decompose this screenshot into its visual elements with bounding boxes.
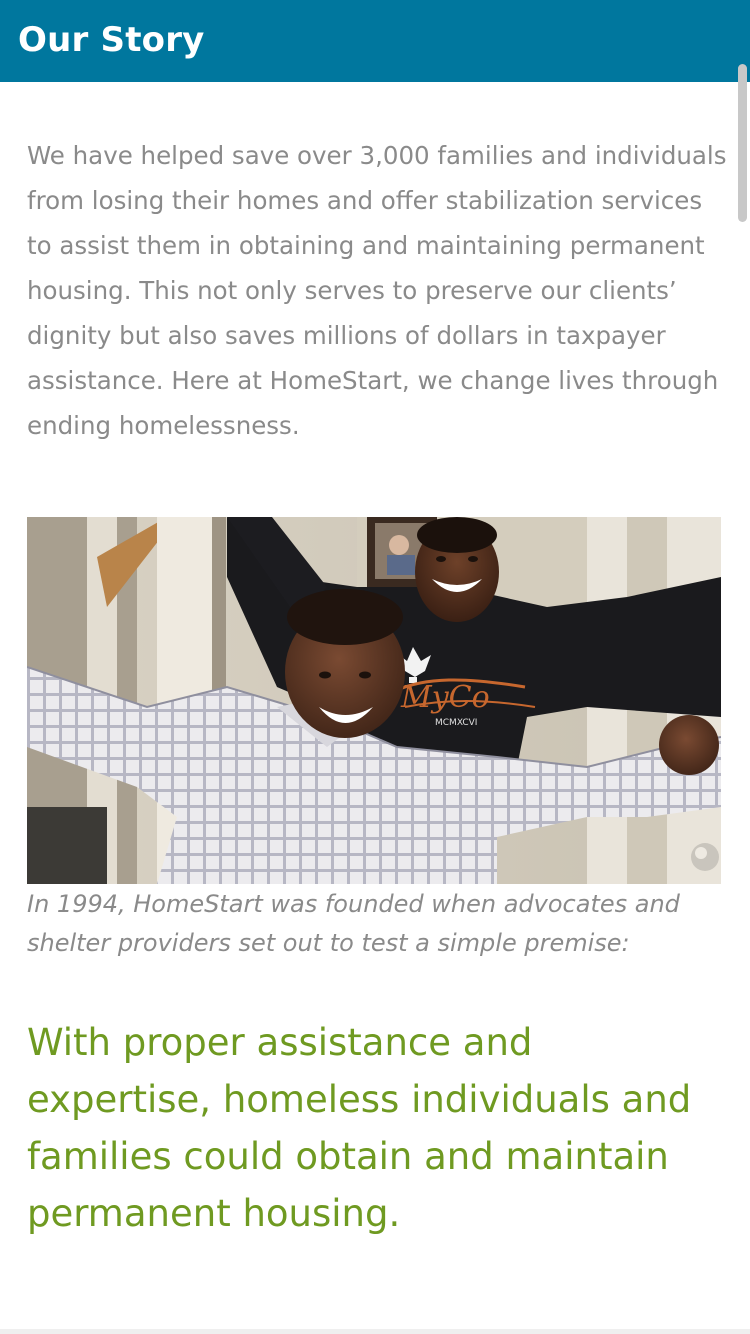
header-bar: Our Story — [0, 0, 750, 82]
shirt-graphic-text: MyCo — [400, 680, 490, 715]
intro-paragraph: We have helped save over 3,000 families … — [27, 141, 727, 440]
our-story-page: Our Story We have helped save over 3,000… — [0, 0, 750, 1334]
kids-photo: MyCo MCMXCVI — [27, 517, 721, 884]
shirt-graphic-numeral: MCMXCVI — [435, 718, 477, 728]
page-title: Our Story — [18, 20, 205, 60]
bottom-divider — [0, 1329, 750, 1334]
premise-quote: With proper assistance and expertise, ho… — [27, 1021, 692, 1235]
kids-photo-illustration: MyCo MCMXCVI — [27, 517, 721, 884]
photo-caption: In 1994, HomeStart was founded when advo… — [27, 890, 680, 957]
scrollbar[interactable] — [738, 64, 747, 222]
